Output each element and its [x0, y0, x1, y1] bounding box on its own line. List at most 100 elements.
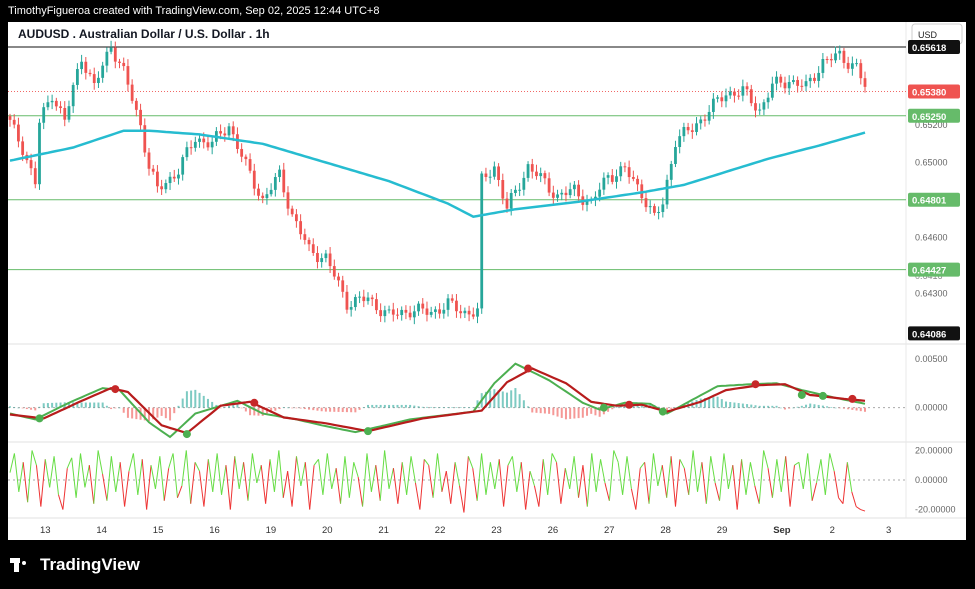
oscillator-segment [199, 471, 205, 507]
macd-tick-label: 0.00500 [915, 354, 948, 364]
candle-body [290, 208, 294, 215]
candle-body [450, 298, 454, 301]
macd-histogram-bar [800, 405, 803, 408]
macd-histogram-bar [560, 407, 563, 418]
candle-body [728, 91, 732, 96]
oscillator-segment [794, 461, 800, 466]
oscillator-segment [304, 462, 311, 510]
header-bar: TimothyFigueroa created with TradingView… [0, 0, 975, 22]
macd-histogram-bar [46, 403, 49, 408]
macd-histogram-bar [737, 403, 740, 408]
macd-histogram-bar [392, 404, 395, 408]
candle-body [50, 100, 54, 103]
macd-histogram-bar [173, 407, 176, 414]
candle-body [42, 107, 46, 123]
macd-histogram-bar [767, 405, 770, 408]
oscillator-segment [414, 482, 421, 510]
macd-histogram-bar [282, 407, 285, 408]
macd-histogram-bar [244, 407, 247, 412]
macd-histogram-bar [838, 407, 841, 409]
oscillator-segment [185, 450, 192, 504]
oscillator-segment [177, 485, 183, 498]
oscillator-segment [265, 459, 271, 504]
candle-body [657, 212, 661, 214]
candle-body [92, 74, 96, 84]
candle-body [808, 77, 812, 82]
candle-body [733, 91, 736, 96]
macd-histogram-bar [114, 407, 117, 409]
candle-body [572, 184, 576, 190]
candle-body [248, 159, 252, 171]
macd-histogram-bar [510, 390, 513, 408]
candle-body [139, 109, 142, 126]
candle-body [653, 206, 656, 213]
candle-body [762, 102, 766, 110]
macd-histogram-bar [278, 407, 281, 410]
chart-panel[interactable]: AUDUSD . Australian Dollar / U.S. Dollar… [8, 22, 966, 540]
macd-histogram-bar [518, 394, 521, 408]
candle-body [417, 303, 420, 312]
oscillator-segment [251, 453, 258, 484]
candle-body [273, 177, 277, 190]
oscillator-segment [401, 462, 408, 495]
oscillator-segment [525, 471, 531, 510]
candle-body [636, 178, 639, 185]
candle-body [602, 177, 606, 190]
macd-histogram-bar [535, 407, 538, 413]
oscillator-segment [467, 456, 474, 469]
oscillator-segment [58, 494, 64, 510]
oscillator-segment [392, 468, 399, 504]
macd-histogram-bar [190, 390, 193, 408]
time-axis-label: 14 [96, 525, 107, 536]
candle-body [846, 62, 850, 69]
chart-canvas[interactable]: AUDUSD . Australian Dollar / U.S. Dollar… [8, 22, 966, 540]
candle-body [480, 173, 484, 309]
macd-histogram-bar [468, 407, 471, 409]
candle-body [185, 147, 189, 158]
macd-histogram-bar [194, 389, 197, 408]
oscillator-segment [551, 453, 557, 463]
oscillator-segment [732, 465, 738, 510]
oscillator-segment [520, 462, 527, 510]
candle-body [433, 309, 437, 312]
macd-histogram-bar [611, 407, 614, 410]
macd-histogram-bar [851, 407, 854, 410]
oscillator-segment [816, 459, 822, 484]
candle-body [787, 82, 791, 89]
candle-body [316, 252, 319, 263]
candle-body [686, 126, 690, 131]
candle-body [821, 59, 825, 73]
candle-body [796, 80, 800, 86]
time-axis-label: 28 [660, 525, 671, 536]
oscillator-segment [243, 462, 249, 501]
oscillator-segment [71, 457, 77, 498]
oscillator-segment [445, 471, 452, 504]
macd-histogram-bar [556, 407, 559, 417]
macd-histogram-bar [548, 407, 551, 414]
candle-body [547, 178, 551, 193]
macd-histogram-bar [320, 407, 323, 412]
oscillator-segment [666, 456, 672, 498]
macd-histogram-bar [775, 405, 778, 408]
oscillator-segment [560, 468, 566, 504]
oscillator-segment [688, 450, 694, 495]
macd-histogram-bar [118, 407, 121, 409]
macd-histogram-bar [379, 404, 382, 408]
oscillator-segment [569, 456, 575, 489]
tradingview-logo[interactable]: TradingView [10, 555, 140, 575]
candle-body [724, 95, 728, 102]
macd-histogram-bar [303, 407, 306, 410]
candle-body [97, 77, 100, 84]
macd-histogram-bar [291, 407, 294, 409]
oscillator-segment [115, 462, 121, 492]
macd-histogram-bar [329, 407, 332, 412]
oscillator-segment [802, 453, 809, 489]
macd-histogram-bar [514, 388, 517, 408]
macd-histogram-bar [531, 407, 534, 413]
oscillator-segment [533, 485, 540, 507]
candle-body [353, 297, 357, 308]
macd-histogram-bar [299, 407, 302, 409]
candle-body [834, 53, 837, 61]
macd-histogram-bar [421, 406, 424, 408]
oscillator-segment [701, 462, 707, 504]
